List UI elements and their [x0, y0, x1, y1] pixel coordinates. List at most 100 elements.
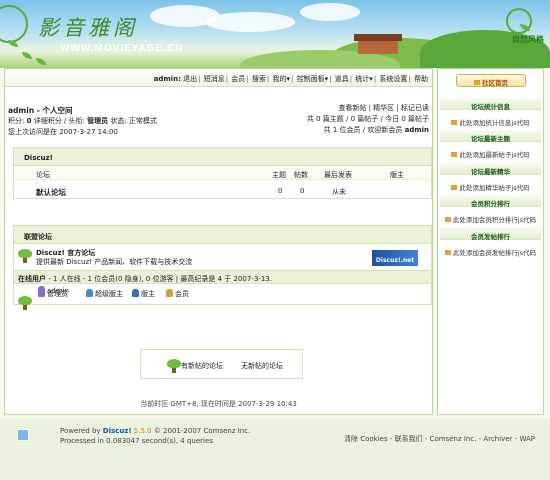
- rank-value: 管理员: [87, 117, 109, 125]
- header-banner: 影音雅阁 WWW.MOVIEYAGE.CN 自然风格: [0, 0, 550, 68]
- profile-credits-line: 积分: 0 详细积分 / 头衔: 管理员 状态: 正常模式: [8, 116, 208, 127]
- online-label[interactable]: 在线用户: [18, 275, 46, 283]
- status-text: 状态: 正常模式: [108, 117, 157, 125]
- forum-posts: 0: [300, 187, 305, 195]
- new-member-link[interactable]: admin: [405, 126, 429, 134]
- sidebar-text-new-topics: 此处添加最新帖子js代码: [440, 149, 541, 159]
- online-plant-icon: [18, 296, 32, 310]
- profile-title[interactable]: admin - 个人空间: [8, 105, 208, 116]
- nav-link-search[interactable]: 搜索: [252, 75, 266, 83]
- nav-link-help[interactable]: 帮助: [414, 75, 428, 83]
- col-last-post: 最后发表: [324, 171, 352, 179]
- forum-icon-legend: 有新帖的论坛 无新帖的论坛: [140, 349, 303, 379]
- sidebar-heading-stats: 论坛统计信息: [440, 98, 541, 111]
- mod-user-icon: [132, 289, 139, 297]
- category-title[interactable]: Discuz!: [14, 148, 431, 166]
- footer: Powered by Discuz! 5.5.0 © 2001-2007 Com…: [0, 419, 550, 480]
- sidebar-text-credits-rank-label: 此处添加会员积分排行js代码: [452, 216, 537, 224]
- forum-name-link[interactable]: 默认论坛: [36, 187, 66, 198]
- online-user-link[interactable]: admin: [47, 287, 69, 295]
- nav-link-settings[interactable]: 系统设置: [379, 75, 407, 83]
- alliance-row: Discuz! 官方论坛 提供最新 Discuz! 产品新闻、软件下载与技术交流…: [14, 244, 431, 270]
- powered-by: Powered by Discuz! 5.5.0 © 2001-2007 Com…: [60, 426, 250, 446]
- sidebar-text-posts-rank-label: 此处添加会员发帖排行js代码: [452, 249, 537, 257]
- leaf-decoration: [36, 58, 46, 65]
- footer-logo-icon[interactable]: [17, 429, 29, 441]
- sidebar-text-stats: 此处添加统计信息js代码: [440, 117, 541, 127]
- sidebar-text-credits-rank: 此处添加会员积分排行js代码: [440, 214, 541, 224]
- powered-line: Powered by Discuz! 5.5.0 © 2001-2007 Com…: [60, 426, 250, 436]
- sidebar-text-digest: 此处添加精华帖子js代码: [440, 182, 541, 192]
- legend-mod: 版主: [132, 289, 155, 299]
- nav-link-mine[interactable]: 我的▾: [272, 75, 290, 83]
- brand-text: 自然风格: [512, 35, 544, 44]
- nav-link-stats[interactable]: 统计▾: [355, 75, 373, 83]
- site-url: WWW.MOVIEYAGE.CN: [60, 43, 184, 54]
- user-navigation-bar: admin: 退出| 短消息| 会员| 搜索| 我的▾| 控制面板▾| 道具| …: [5, 69, 432, 87]
- widget-icon: [451, 152, 458, 157]
- sidebar: 社区首页 论坛统计信息 此处添加统计信息js代码 论坛最新主题 此处添加最新帖子…: [437, 68, 544, 415]
- cloud-decoration: [205, 12, 295, 32]
- vine-decoration: [0, 5, 28, 43]
- new-posts-icon: [167, 359, 181, 373]
- no-new-posts-label: 无新帖的论坛: [241, 362, 283, 370]
- nav-link-items[interactable]: 道具: [335, 75, 349, 83]
- forum-topics: 0: [278, 187, 283, 195]
- col-moderator: 版主: [390, 171, 404, 179]
- col-forum: 论坛: [36, 171, 50, 179]
- new-posts-label: 有新帖的论坛: [181, 362, 223, 370]
- last-visit-text: 您上次访问是在 2007-3-27 14:00: [8, 128, 118, 136]
- forum-stats: 查看新帖 | 精华区 | 标记已读 共 0 篇主题 / 0 篇帖子 / 今日 0…: [189, 103, 429, 136]
- powered-prefix: Powered by: [60, 427, 103, 435]
- widget-icon: [444, 250, 451, 255]
- credits-detail-link[interactable]: 详细积分 / 头衔:: [31, 117, 87, 125]
- online-users-bar: 在线用户 - 1 人在线 - 1 位会员(0 隐身), 0 位游客 | 最高纪录…: [14, 270, 431, 284]
- cloud-decoration: [300, 3, 360, 21]
- product-link[interactable]: Discuz!: [103, 427, 132, 435]
- legend-super-mod-label: 超级版主: [95, 290, 123, 298]
- super-mod-user-icon: [86, 289, 93, 297]
- table-row: 默认论坛 0 0 从未: [14, 180, 431, 200]
- sidebar-heading-new-topics: 论坛最新主题: [440, 130, 541, 143]
- legend-member: 会员: [166, 289, 189, 299]
- nav-link-control-panel[interactable]: 控制面板▾: [297, 75, 329, 83]
- site-logo[interactable]: 影音雅阁: [38, 12, 138, 42]
- online-summary: - 1 人在线 - 1 位会员(0 隐身), 0 位游客 | 最高纪录是 4 于…: [46, 275, 272, 283]
- member-counts: 共 1 位会员 / 欢迎新会员 admin: [189, 125, 429, 136]
- alliance-forum-desc: 提供最新 Discuz! 产品新闻、软件下载与技术交流: [36, 258, 193, 266]
- sidebar-heading-digest: 论坛最新精华: [440, 163, 541, 176]
- home-icon: [474, 80, 480, 85]
- online-admin-icon: [38, 286, 45, 294]
- community-home-button[interactable]: 社区首页: [456, 74, 526, 87]
- footer-links[interactable]: 清除 Cookies - 联系我们 - Comsenz Inc. - Archi…: [344, 434, 535, 444]
- col-topics: 主题: [272, 171, 286, 179]
- alliance-title: 联盟论坛: [14, 226, 431, 244]
- quick-links[interactable]: 查看新帖 | 精华区 | 标记已读: [189, 103, 429, 114]
- credits-label: 积分:: [8, 117, 27, 125]
- processed-text: Processed in 0.083047 second(s), 4 queri…: [60, 437, 213, 445]
- online-user-list: admin: [38, 286, 69, 295]
- main-panel: admin: 退出| 短消息| 会员| 搜索| 我的▾| 控制面板▾| 道具| …: [4, 68, 433, 415]
- alliance-logo-badge[interactable]: Discuz!.net: [371, 249, 419, 267]
- member-counts-text: 共 1 位会员 / 欢迎新会员: [323, 126, 405, 134]
- forum-table-header: 论坛 主题 帖数 最后发表 版主: [14, 166, 431, 180]
- widget-icon: [444, 217, 451, 222]
- member-user-icon: [166, 289, 173, 297]
- member-group-legend: 管理员 超级版主 版主 会员: [14, 284, 431, 310]
- forum-category-box: Discuz! 论坛 主题 帖数 最后发表 版主 默认论坛 0 0 从未: [13, 147, 432, 199]
- leaf-decoration: [22, 52, 32, 59]
- nav-link-members[interactable]: 会员: [231, 75, 245, 83]
- nav-link-messages[interactable]: 短消息: [204, 75, 225, 83]
- copyright-link[interactable]: © 2001-2007 Comsenz Inc.: [152, 427, 250, 435]
- home-button-label: 社区首页: [482, 79, 508, 87]
- version-text: 5.5.0: [131, 427, 152, 435]
- sidebar-heading-credits-rank: 会员积分排行: [440, 195, 541, 208]
- widget-icon: [451, 120, 458, 125]
- sidebar-text-posts-rank: 此处添加会员发帖排行js代码: [440, 247, 541, 257]
- username-label: admin:: [153, 75, 181, 83]
- legend-super-mod: 超级版主: [86, 289, 123, 299]
- post-counts: 共 0 篇主题 / 0 篇帖子 / 今日 0 篇帖子: [306, 115, 429, 123]
- forum-plant-icon: [18, 249, 32, 263]
- nav-link-logout[interactable]: 退出: [183, 75, 197, 83]
- legend-mod-label: 版主: [141, 290, 155, 298]
